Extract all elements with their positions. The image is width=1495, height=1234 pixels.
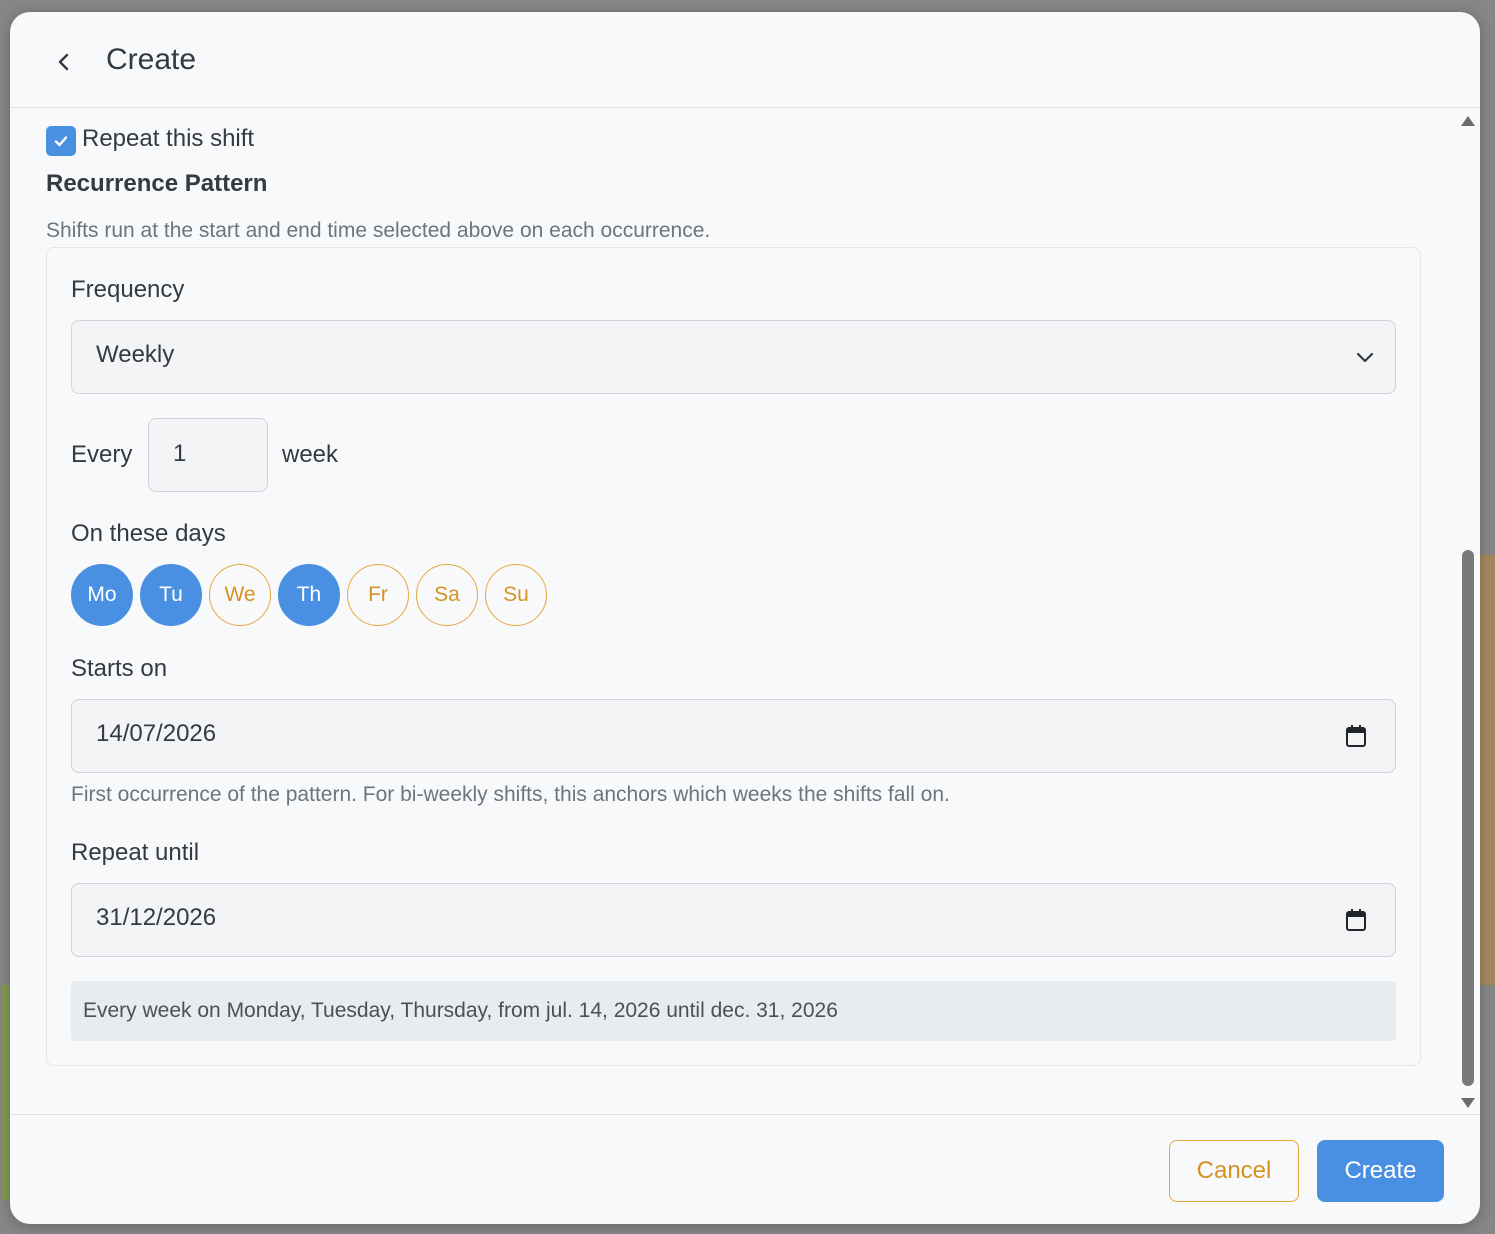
day-toggle-monday[interactable]: Mo: [71, 564, 133, 626]
calendar-icon[interactable]: [1345, 908, 1367, 932]
repeat-shift-row[interactable]: Repeat this shift: [46, 122, 254, 156]
every-label: Every: [71, 441, 133, 468]
starts-on-value: 14/07/2026: [96, 720, 217, 747]
starts-on-label: Starts on: [71, 655, 168, 682]
day-toggle-friday[interactable]: Fr: [347, 564, 409, 626]
repeat-shift-label: Repeat this shift: [82, 125, 255, 152]
interval-input[interactable]: 1: [148, 418, 268, 492]
day-toggle-wednesday[interactable]: We: [209, 564, 271, 626]
day-toggle-tuesday[interactable]: Tu: [140, 564, 202, 626]
recurrence-summary: Every week on Monday, Tuesday, Thursday,…: [71, 981, 1396, 1041]
calendar-icon[interactable]: [1345, 724, 1367, 748]
days-label: On these days: [71, 520, 226, 547]
day-toggle-sunday[interactable]: Su: [485, 564, 547, 626]
background-accent: [1480, 555, 1495, 985]
scrollbar-thumb[interactable]: [1462, 550, 1474, 1086]
check-icon: [54, 136, 68, 147]
chevron-left-icon: [58, 53, 69, 71]
scroll-down-arrow-icon[interactable]: [1461, 1098, 1475, 1108]
recurrence-panel: Frequency Weekly Every 1 week On these d…: [46, 247, 1421, 1066]
create-button[interactable]: Create: [1317, 1140, 1444, 1202]
starts-on-date-input[interactable]: 14/07/2026: [71, 699, 1396, 773]
recurrence-description: Shifts run at the start and end time sel…: [46, 219, 711, 242]
day-toggle-thursday[interactable]: Th: [278, 564, 340, 626]
frequency-selected-value: Weekly: [96, 341, 175, 368]
modal-header: Create: [10, 12, 1480, 108]
interval-unit-label: week: [282, 441, 339, 468]
starts-on-hint: First occurrence of the pattern. For bi-…: [71, 783, 950, 806]
recurrence-pattern-title: Recurrence Pattern: [46, 170, 268, 197]
chevron-down-icon: [1356, 352, 1374, 363]
repeat-until-date-input[interactable]: 31/12/2026: [71, 883, 1396, 957]
repeat-until-label: Repeat until: [71, 839, 200, 866]
back-button[interactable]: [46, 44, 82, 80]
repeat-until-value: 31/12/2026: [96, 904, 217, 931]
create-shift-modal: Create Repeat this shift Recurrence Patt…: [10, 12, 1480, 1224]
modal-body: Repeat this shift Recurrence Pattern Shi…: [10, 108, 1480, 1114]
day-toggle-saturday[interactable]: Sa: [416, 564, 478, 626]
frequency-select[interactable]: Weekly: [71, 320, 1396, 394]
modal-title: Create: [106, 43, 197, 76]
modal-footer: Cancel Create: [10, 1114, 1480, 1224]
background-left-accent: [2, 985, 10, 1200]
cancel-button[interactable]: Cancel: [1169, 1140, 1299, 1202]
repeat-shift-checkbox[interactable]: [46, 126, 76, 156]
frequency-label: Frequency: [71, 276, 185, 303]
scroll-up-arrow-icon[interactable]: [1461, 116, 1475, 126]
weekday-selector: Mo Tu We Th Fr Sa Su: [71, 564, 554, 626]
